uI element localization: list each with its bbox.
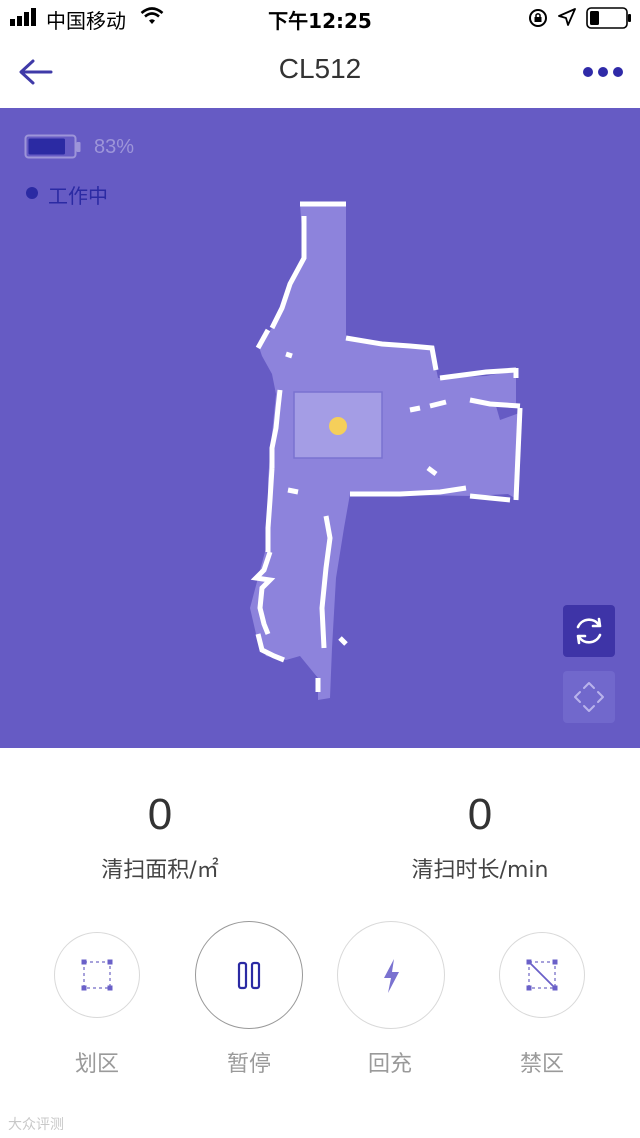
zone-select-icon [81, 959, 113, 991]
cleaning-time-value: 0 [467, 790, 493, 839]
pause-label: 暂停 [226, 1052, 271, 1077]
pause-icon [237, 961, 261, 990]
cleaning-time-label: 清扫时长/min [411, 858, 549, 883]
refresh-icon [576, 617, 602, 645]
page-title: CL512 [278, 53, 362, 84]
cleaning-area-label: 清扫面积/㎡ [101, 858, 219, 883]
cleaning-area-value: 0 [147, 790, 173, 839]
no-go-zone-icon [526, 959, 558, 991]
watermark: 大众评测 [8, 1117, 64, 1133]
nav-bar: CL512 [0, 36, 640, 108]
zone-select-label: 划区 [74, 1052, 119, 1077]
zone-select-button[interactable] [54, 932, 140, 1018]
battery-status-icon [586, 7, 631, 29]
cleaning-map[interactable]: 83% 工作中 [0, 108, 640, 748]
recenter-map-button[interactable] [563, 671, 615, 723]
no-go-zone-button[interactable] [499, 932, 585, 1018]
recharge-label: 回充 [367, 1052, 412, 1077]
recharge-icon [384, 959, 399, 993]
location-arrow-icon [558, 8, 576, 26]
more-button[interactable] [582, 66, 624, 78]
orientation-lock-icon [529, 9, 547, 27]
recenter-icon [574, 682, 604, 712]
refresh-map-button[interactable] [563, 605, 615, 657]
floor-map [250, 201, 523, 700]
status-bar: 中国移动 下午12:25 [0, 0, 640, 36]
recharge-button[interactable] [337, 921, 445, 1029]
pause-button[interactable] [195, 921, 303, 1029]
no-go-zone-label: 禁区 [519, 1052, 564, 1077]
robot-position [329, 417, 347, 435]
